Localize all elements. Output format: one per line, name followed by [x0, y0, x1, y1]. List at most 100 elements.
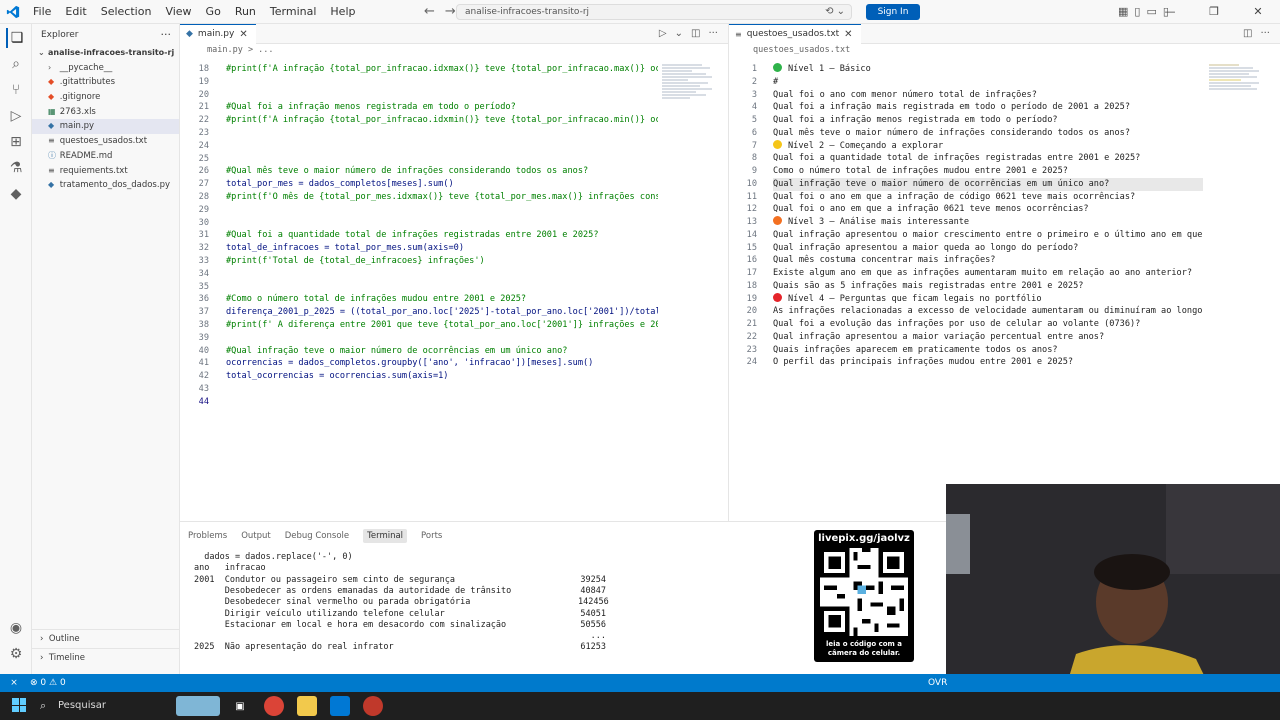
file-explorer-icon[interactable]: [297, 696, 317, 716]
vscode-taskbar-icon[interactable]: [330, 696, 350, 716]
code-line[interactable]: 31 #Qual foi a quantidade total de infraç…: [180, 229, 728, 242]
toggle-sidebar-icon[interactable]: ▯: [1134, 0, 1140, 24]
tab-ports[interactable]: Ports: [421, 531, 442, 541]
tab-problems[interactable]: Problems: [188, 531, 227, 541]
windows-start-icon[interactable]: [12, 698, 26, 712]
menu-go[interactable]: Go: [199, 0, 228, 24]
explorer-icon[interactable]: ❏: [6, 28, 26, 48]
project-folder[interactable]: ⌄ analise-infracoes-transito-rj: [32, 46, 179, 61]
code-line[interactable]: 21 #Qual foi a infração menos registrada …: [180, 101, 728, 114]
weather-widget-icon[interactable]: [176, 696, 220, 716]
code-line[interactable]: 42 total_ocorrencias = ocorrencias.sum(ax…: [180, 370, 728, 383]
code-line[interactable]: 23: [180, 127, 728, 140]
gear-icon[interactable]: ⚙: [6, 644, 26, 664]
text-line[interactable]: 8 Qual foi a quantidade total de infraçõe…: [729, 152, 1277, 165]
code-line[interactable]: 44: [180, 396, 728, 409]
text-line[interactable]: 7 Nível 2 — Começando a explorar: [729, 139, 1277, 153]
minimap[interactable]: [662, 63, 714, 143]
run-python-icon[interactable]: ▷: [659, 24, 667, 44]
chevron-down-icon[interactable]: ⌄: [675, 24, 683, 44]
timeline-section[interactable]: › Timeline: [32, 648, 180, 667]
menu-file[interactable]: File: [26, 0, 58, 24]
copilot-icon[interactable]: ⟲ ⌄: [825, 5, 845, 19]
split-editor-icon[interactable]: ◫: [691, 24, 700, 44]
back-arrow-icon[interactable]: ←: [424, 0, 435, 24]
extensions-icon[interactable]: ⊞: [6, 132, 26, 152]
sidebar-item-2763-xls[interactable]: ▦ 2763.xls: [32, 105, 179, 120]
text-line[interactable]: 10 Qual infração teve o maior número de o…: [729, 177, 1277, 191]
minimap[interactable]: [1209, 63, 1261, 143]
tab-terminal[interactable]: Terminal: [363, 529, 408, 543]
code-line[interactable]: 28 #print(f'O mês de {total_por_mes.idxma…: [180, 191, 728, 204]
restore-icon[interactable]: ❐: [1192, 0, 1236, 24]
text-line[interactable]: 22 Qual infração apresentou a maior varia…: [729, 331, 1277, 344]
problems-indicator[interactable]: ⊗ 0 ⚠ 0: [30, 674, 66, 692]
text-line[interactable]: 2 #: [729, 76, 1277, 89]
menu-selection[interactable]: Selection: [94, 0, 159, 24]
forward-arrow-icon[interactable]: →: [445, 0, 456, 24]
code-line[interactable]: 39: [180, 332, 728, 345]
code-line[interactable]: 19: [180, 76, 728, 89]
python-icon[interactable]: ◆: [6, 184, 26, 204]
source-control-icon[interactable]: ⑂: [6, 80, 26, 100]
sign-in-button[interactable]: Sign In: [866, 4, 920, 20]
customize-layout-icon[interactable]: ▦: [1118, 0, 1128, 24]
menu-edit[interactable]: Edit: [58, 0, 93, 24]
code-line[interactable]: 41 ocorrencias = dados_completos.groupby(…: [180, 357, 728, 370]
obs-icon[interactable]: [363, 696, 383, 716]
text-line[interactable]: 15 Qual infração apresentou a maior queda…: [729, 242, 1277, 255]
tab-debug-console[interactable]: Debug Console: [285, 531, 349, 541]
text-line[interactable]: 16 Qual mês costuma concentrar mais infra…: [729, 254, 1277, 267]
text-line[interactable]: 24 O perfil das principais infrações mudo…: [729, 356, 1277, 369]
more-actions-icon[interactable]: ···: [1260, 24, 1270, 44]
text-line[interactable]: 19 Nível 4 — Perguntas que ficam legais n…: [729, 292, 1277, 306]
remote-icon[interactable]: ⨯: [0, 674, 28, 692]
tab-main-py[interactable]: ◆ main.py ✕: [180, 24, 256, 44]
code-line[interactable]: 34: [180, 268, 728, 281]
code-line[interactable]: 32 total_de_infracoes = total_por_mes.sum…: [180, 242, 728, 255]
chrome-icon[interactable]: [264, 696, 284, 716]
close-icon[interactable]: ✕: [844, 25, 852, 44]
sidebar-item-pycache[interactable]: › __pycache__: [32, 61, 179, 76]
code-line[interactable]: 29: [180, 204, 728, 217]
code-line[interactable]: 24: [180, 140, 728, 153]
text-line[interactable]: 20 As infrações relacionadas a excesso de…: [729, 305, 1277, 318]
text-line[interactable]: 23 Quais infrações aparecem em praticamen…: [729, 344, 1277, 357]
text-line[interactable]: 14 Qual infração apresentou o maior cresc…: [729, 229, 1277, 242]
code-line[interactable]: 40 #Qual infração teve o maior número de …: [180, 345, 728, 358]
code-line[interactable]: 36 #Como o número total de infrações mudo…: [180, 293, 728, 306]
breadcrumb[interactable]: questoes_usados.txt: [729, 44, 1280, 57]
code-line[interactable]: 26 #Qual mês teve o maior número de infra…: [180, 165, 728, 178]
task-view-icon[interactable]: ▣: [230, 696, 250, 716]
text-line[interactable]: 17 Existe algum ano em que as infrações a…: [729, 267, 1277, 280]
split-editor-icon[interactable]: ◫: [1243, 24, 1252, 44]
sidebar-item-main-py[interactable]: ◆ main.py: [32, 119, 179, 135]
outline-section[interactable]: › Outline: [32, 629, 180, 648]
code-line[interactable]: 25: [180, 153, 728, 166]
tab-output[interactable]: Output: [241, 531, 271, 541]
code-line[interactable]: 43: [180, 383, 728, 396]
text-line[interactable]: 9 Como o número total de infrações mudou …: [729, 165, 1277, 178]
overtype-indicator[interactable]: OVR: [928, 674, 947, 692]
text-line[interactable]: 11 Qual foi o ano em que a infração de có…: [729, 191, 1277, 204]
code-line[interactable]: 33 #print(f'Total de {total_de_infracoes}…: [180, 255, 728, 268]
close-icon[interactable]: ✕: [239, 25, 247, 44]
code-line[interactable]: 20: [180, 89, 728, 102]
menu-view[interactable]: View: [158, 0, 198, 24]
sidebar-item-gitattributes[interactable]: ◆ .gitattributes: [32, 75, 179, 90]
text-line[interactable]: 5 Qual foi a infração menos registrada em…: [729, 114, 1277, 127]
code-line[interactable]: 35: [180, 281, 728, 294]
account-icon[interactable]: ◉: [6, 618, 26, 638]
text-line[interactable]: 4 Qual foi a infração mais registrada em …: [729, 101, 1277, 114]
sidebar-item-tratamento-dos-dados-py[interactable]: ◆ tratamento_dos_dados.py: [32, 178, 179, 193]
text-line[interactable]: 6 Qual mês teve o maior número de infraçõ…: [729, 127, 1277, 140]
command-center[interactable]: analise-infracoes-transito-rj ⟲ ⌄: [456, 4, 852, 20]
search-icon[interactable]: ⌕: [6, 54, 26, 74]
close-window-icon[interactable]: ✕: [1236, 0, 1280, 24]
code-line[interactable]: 37 diferença_2001_p_2025 = ((total_por_an…: [180, 306, 728, 319]
minimize-icon[interactable]: —: [1148, 0, 1192, 24]
sidebar-item-readme-md[interactable]: ⓘ README.md: [32, 149, 179, 164]
text-line[interactable]: 21 Qual foi a evolução das infrações por …: [729, 318, 1277, 331]
menu-help[interactable]: Help: [323, 0, 362, 24]
more-actions-icon[interactable]: ···: [161, 24, 172, 46]
